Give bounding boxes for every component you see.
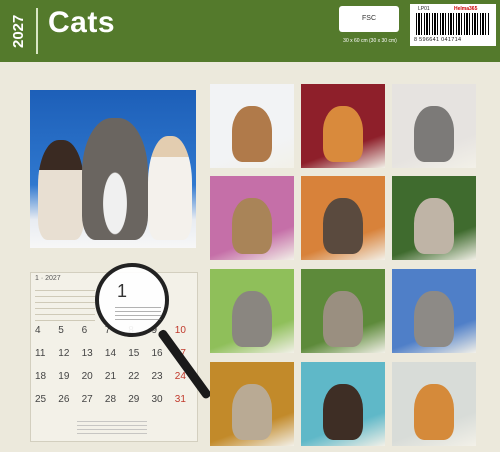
cat-photo-11: [301, 362, 385, 446]
calendar-day: 23: [151, 371, 163, 382]
cat-figure: [414, 384, 454, 440]
fsc-logo: FSC: [339, 6, 399, 32]
barcode: [416, 13, 490, 35]
calendar-day: 31: [174, 394, 186, 405]
cat-photo-3: [392, 84, 476, 168]
magnified-text: [115, 307, 161, 321]
size-label: 30 x 60 cm (30 x 30 cm): [343, 38, 397, 44]
calendar-day: 25: [35, 394, 47, 405]
calendar-day: 30: [151, 394, 163, 405]
cat-figure: [323, 291, 363, 347]
cat-figure: [323, 384, 363, 440]
cat-white: [148, 136, 192, 240]
ean-number: 8 596641 041714: [414, 37, 462, 43]
calendar-day: 18: [35, 371, 47, 382]
cat-figure: [232, 198, 272, 254]
calendar-day: 22: [128, 371, 140, 382]
calendar-title: Cats: [48, 6, 116, 39]
calendar-day: 10: [174, 325, 186, 336]
divider: [36, 8, 38, 54]
calendar-day: 19: [58, 371, 70, 382]
calendar-day: 11: [35, 348, 46, 359]
magnified-day: 1: [117, 281, 128, 301]
calendar-day: 6: [81, 325, 88, 336]
cat-figure: [323, 106, 363, 162]
cat-photo-12: [392, 362, 476, 446]
year-label: 2027: [10, 14, 27, 48]
cat-photo-4: [210, 176, 294, 260]
mini-calendar: [77, 421, 147, 437]
cat-photo-10: [210, 362, 294, 446]
cat-figure: [232, 384, 272, 440]
cat-photo-9: [392, 269, 476, 353]
cat-photo-1: [210, 84, 294, 168]
cat-photo-2: [301, 84, 385, 168]
calendar-day: 26: [58, 394, 70, 405]
header-bar: 2027 Cats FSC 30 x 60 cm (30 x 30 cm) LP…: [0, 0, 500, 62]
cat-photo-7: [210, 269, 294, 353]
calendar-day: 27: [81, 394, 93, 405]
calendar-day: 20: [81, 371, 93, 382]
cat-tabby: [82, 118, 148, 240]
month-notes: [35, 285, 95, 321]
magnifying-glass-icon: 1: [95, 263, 169, 337]
barcode-label: LP01 Helma365 8 596641 041714: [410, 4, 496, 46]
cat-figure: [414, 291, 454, 347]
cat-photo-5: [301, 176, 385, 260]
cat-figure: [414, 106, 454, 162]
brand-logo: Helma365: [454, 6, 478, 12]
calendar-day: 15: [128, 348, 140, 359]
calendar-day: 12: [58, 348, 70, 359]
product-code: LP01: [418, 6, 430, 12]
cover-photo-three-cats: [30, 90, 196, 248]
calendar-day: 29: [128, 394, 140, 405]
calendar-day: 4: [35, 325, 41, 336]
cat-photo-6: [392, 176, 476, 260]
cat-figure: [232, 106, 272, 162]
calendar-day: 14: [104, 348, 117, 359]
cat-figure: [323, 198, 363, 254]
month-label: 1 · 2027: [35, 275, 61, 282]
cat-siamese: [38, 140, 84, 240]
cat-figure: [232, 291, 272, 347]
calendar-day: 13: [81, 348, 93, 359]
calendar-day: 5: [58, 325, 64, 336]
calendar-day: 21: [104, 371, 117, 382]
cat-photo-8: [301, 269, 385, 353]
calendar-day: 28: [104, 394, 117, 405]
cat-figure: [414, 198, 454, 254]
